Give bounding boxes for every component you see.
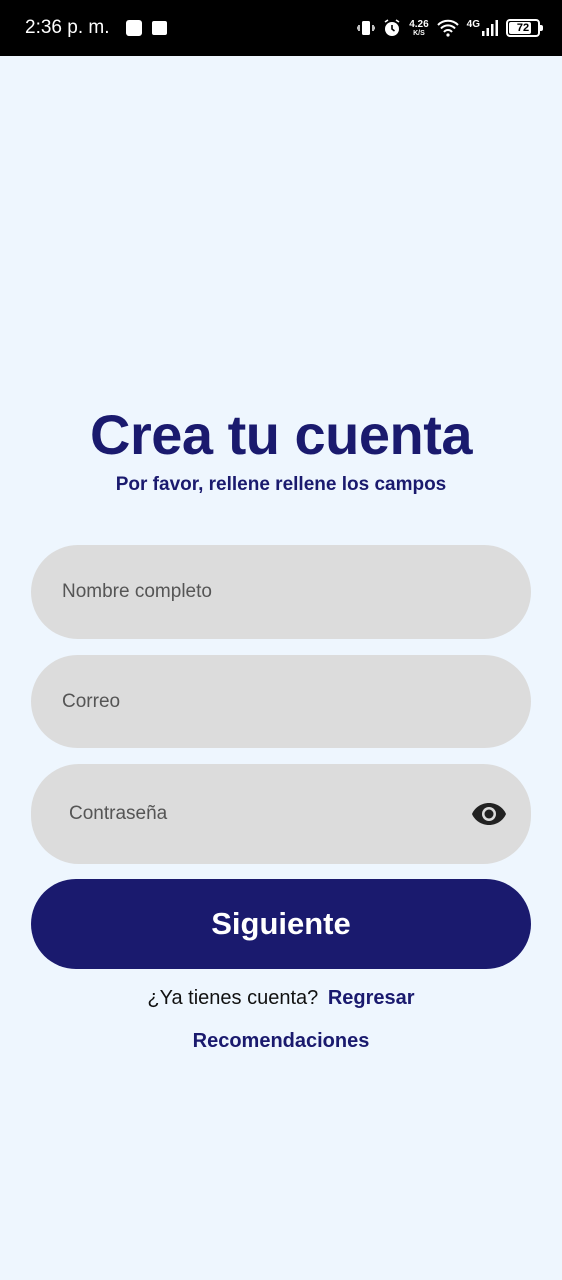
- network-type: 4G: [466, 19, 480, 30]
- login-prompt: ¿Ya tienes cuenta? Regresar: [0, 987, 562, 1010]
- name-field[interactable]: [31, 545, 531, 639]
- name-input[interactable]: [62, 581, 531, 603]
- next-button[interactable]: Siguiente: [31, 879, 531, 969]
- email-input[interactable]: [62, 690, 531, 713]
- notification-icon: [125, 20, 142, 36]
- status-bar: 2:36 p. m. 4.26 K/S 4G 72: [0, 0, 562, 56]
- have-account-text: ¿Ya tienes cuenta?: [147, 987, 319, 1009]
- recommendations-link[interactable]: Recomendaciones: [0, 1030, 562, 1053]
- status-left: 2:36 p. m.: [25, 17, 167, 39]
- speed-unit: K/S: [413, 29, 425, 37]
- status-time: 2:36 p. m.: [25, 17, 110, 38]
- page-subtitle: Por favor, rellene rellene los campos: [115, 474, 447, 495]
- back-link[interactable]: Regresar: [328, 987, 415, 1009]
- vibrate-icon: [357, 21, 376, 35]
- password-field[interactable]: [31, 764, 531, 864]
- status-right: 4.26 K/S 4G 72: [357, 18, 543, 37]
- battery-level: 72: [516, 22, 530, 34]
- password-input[interactable]: [69, 803, 471, 825]
- email-field[interactable]: [31, 655, 531, 748]
- alarm-icon: [384, 19, 400, 36]
- wifi-icon: [436, 19, 459, 37]
- square-icon: [151, 21, 167, 35]
- eye-icon[interactable]: [471, 801, 507, 827]
- speed-value: 4.26: [409, 18, 429, 30]
- network-speed: 4.26 K/S: [409, 18, 429, 37]
- signal-icon: [482, 20, 498, 36]
- page-title: Crea tu cuenta: [90, 403, 473, 466]
- battery-icon: 72: [506, 19, 543, 37]
